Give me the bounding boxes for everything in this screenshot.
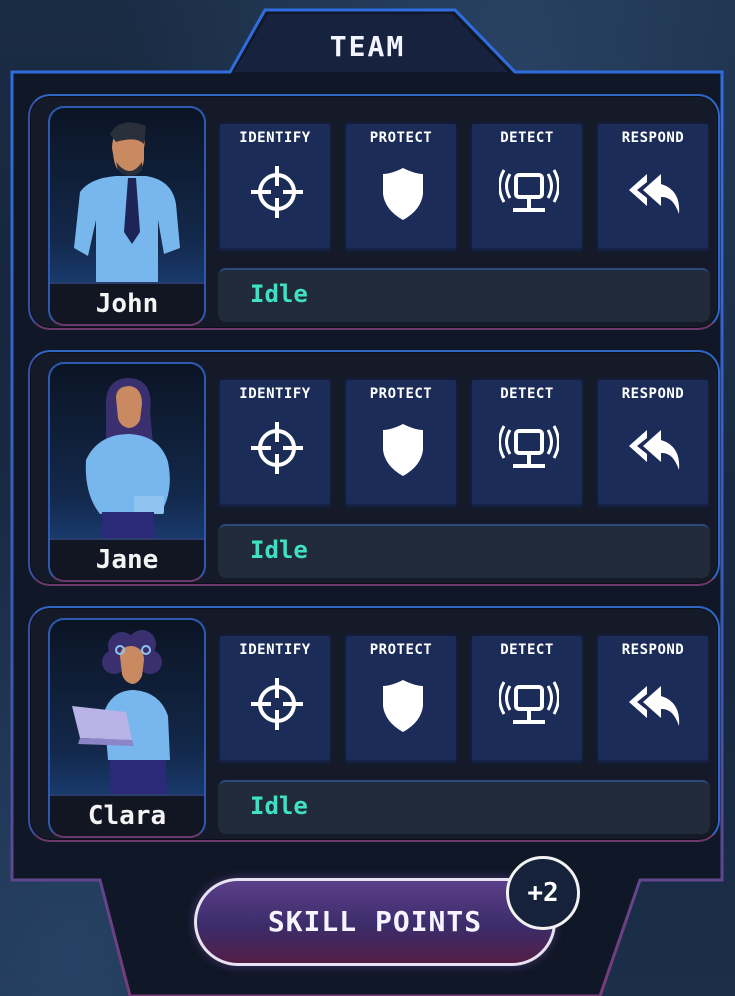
status-bar: Idle: [218, 780, 710, 834]
skill-protect-button[interactable]: PROTECT: [344, 122, 458, 252]
team-member-card-clara[interactable]: Clara IDENTIFY PROTECT DETECT RESPOND Id…: [28, 606, 720, 842]
shield-icon: [383, 680, 423, 732]
status-text: Idle: [250, 280, 308, 308]
skill-label: DETECT: [500, 130, 554, 146]
skill-respond-button[interactable]: RESPOND: [596, 122, 710, 252]
crosshair-icon: [251, 678, 303, 730]
skill-label: PROTECT: [369, 642, 433, 658]
skill-label: RESPOND: [621, 130, 685, 146]
skill-detect-button[interactable]: DETECT: [470, 634, 584, 764]
team-member-card-john[interactable]: John IDENTIFY PROTECT DETECT RESPOND Idl…: [28, 94, 720, 330]
team-member-card-jane[interactable]: Jane IDENTIFY PROTECT DETECT RESPOND Idl…: [28, 350, 720, 586]
skill-label: IDENTIFY: [239, 130, 311, 146]
skill-respond-button[interactable]: RESPOND: [596, 378, 710, 508]
skill-points-badge: +2: [506, 856, 580, 930]
game-screen: TEAM John IDENTIFY PROTECT DETECT RESPON…: [0, 0, 735, 996]
network-monitor-icon: [499, 681, 559, 724]
status-bar: Idle: [218, 268, 710, 322]
avatar: Clara: [48, 618, 206, 838]
status-text: Idle: [250, 536, 308, 564]
skill-respond-button[interactable]: RESPOND: [596, 634, 710, 764]
member-name: Clara: [50, 794, 204, 836]
skill-label: PROTECT: [369, 130, 433, 146]
network-monitor-icon: [499, 425, 559, 468]
skill-protect-button[interactable]: PROTECT: [344, 378, 458, 508]
skill-label: DETECT: [500, 642, 554, 658]
skill-points-button[interactable]: SKILL POINTS: [194, 878, 556, 966]
status-bar: Idle: [218, 524, 710, 578]
skill-identify-button[interactable]: IDENTIFY: [218, 122, 332, 252]
status-text: Idle: [250, 792, 308, 820]
skill-label: DETECT: [500, 386, 554, 402]
reply-all-icon: [629, 174, 680, 214]
member-name: Jane: [50, 538, 204, 580]
crosshair-icon: [251, 166, 303, 218]
skill-identify-button[interactable]: IDENTIFY: [218, 634, 332, 764]
avatar: Jane: [48, 362, 206, 582]
skill-label: RESPOND: [621, 642, 685, 658]
reply-all-icon: [629, 430, 680, 470]
member-name: John: [50, 282, 204, 324]
crosshair-icon: [251, 422, 303, 474]
skill-detect-button[interactable]: DETECT: [470, 122, 584, 252]
skill-label: IDENTIFY: [239, 386, 311, 402]
skill-label: IDENTIFY: [239, 642, 311, 658]
shield-icon: [383, 424, 423, 476]
reply-all-icon: [629, 686, 680, 726]
avatar: John: [48, 106, 206, 326]
skill-identify-button[interactable]: IDENTIFY: [218, 378, 332, 508]
skill-label: PROTECT: [369, 386, 433, 402]
skill-detect-button[interactable]: DETECT: [470, 378, 584, 508]
skill-label: RESPOND: [621, 386, 685, 402]
shield-icon: [383, 168, 423, 220]
network-monitor-icon: [499, 169, 559, 212]
panel-title: TEAM: [329, 30, 406, 63]
skill-protect-button[interactable]: PROTECT: [344, 634, 458, 764]
